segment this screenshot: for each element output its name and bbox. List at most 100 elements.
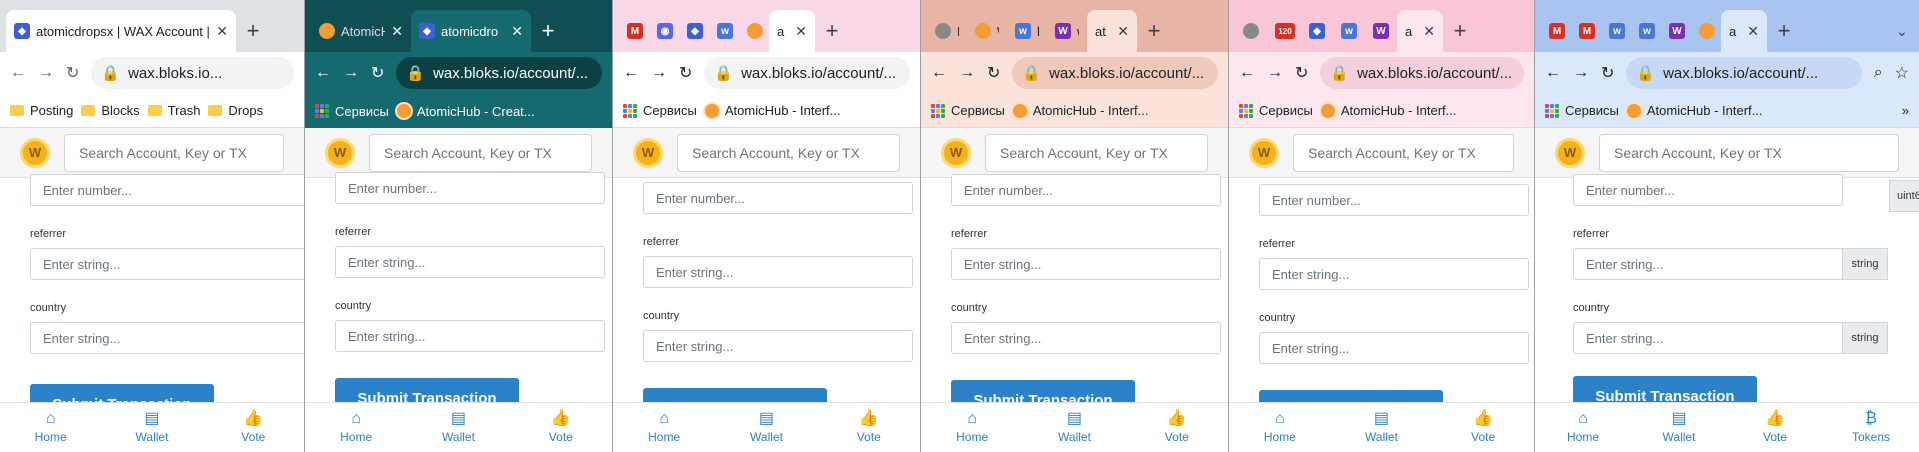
- back-icon[interactable]: ←: [1239, 64, 1255, 82]
- close-icon[interactable]: ✕: [391, 23, 403, 40]
- number-input[interactable]: Enter number...: [30, 174, 304, 206]
- search-input[interactable]: Search Account, Key or TX: [64, 133, 284, 172]
- number-input[interactable]: Enter number...: [1573, 174, 1843, 206]
- close-icon[interactable]: ✕: [1117, 23, 1129, 40]
- nav-home[interactable]: ⌂ Home: [1250, 411, 1310, 445]
- tab-gmail[interactable]: M: [1541, 10, 1571, 52]
- tab-gmail[interactable]: M: [619, 10, 649, 52]
- wax-logo[interactable]: W: [20, 137, 50, 168]
- bookmark-services[interactable]: Сервисы: [931, 103, 1005, 118]
- nav-home[interactable]: ⌂ Home: [1553, 411, 1613, 445]
- forward-icon[interactable]: →: [959, 64, 975, 82]
- search-input[interactable]: Search Account, Key or TX: [677, 133, 900, 172]
- bookmark-atomichub[interactable]: AtomicHub - Interf...: [1320, 103, 1456, 118]
- number-input[interactable]: Enter number...: [951, 174, 1221, 206]
- wax-logo[interactable]: W: [1249, 137, 1279, 168]
- tab-wax-2[interactable]: w: [1631, 10, 1661, 52]
- back-icon[interactable]: ←: [1545, 64, 1561, 82]
- zoom-icon[interactable]: ⌕: [1874, 64, 1883, 82]
- country-input[interactable]: Enter string...: [30, 322, 304, 354]
- back-icon[interactable]: ←: [315, 64, 331, 82]
- close-icon[interactable]: ✕: [1423, 23, 1435, 40]
- tab-atomicdrops[interactable]: ◆ atomicdro ✕: [411, 10, 531, 52]
- close-icon[interactable]: ✕: [511, 23, 523, 40]
- referrer-input[interactable]: Enter string... string: [1573, 248, 1888, 280]
- reload-icon[interactable]: ↻: [1295, 63, 1308, 83]
- tab-atomichub[interactable]: [739, 10, 769, 52]
- bookmark-services[interactable]: Сервисы: [1545, 103, 1619, 118]
- back-icon[interactable]: ←: [10, 64, 26, 82]
- number-input[interactable]: Enter number...: [335, 172, 605, 204]
- wax-logo[interactable]: W: [325, 137, 355, 168]
- referrer-input[interactable]: Enter string...: [335, 246, 605, 278]
- tab-active[interactable]: at ✕: [1087, 10, 1137, 52]
- country-input[interactable]: Enter string...: [951, 322, 1221, 354]
- nav-home[interactable]: ⌂ Home: [21, 411, 81, 445]
- back-icon[interactable]: ←: [931, 64, 947, 82]
- number-input[interactable]: Enter number...: [1259, 184, 1529, 216]
- reload-icon[interactable]: ↻: [679, 63, 692, 83]
- nav-tokens[interactable]: ₿ Tokens: [1841, 411, 1901, 445]
- bookmark-posting[interactable]: Posting: [10, 103, 73, 118]
- address-bar[interactable]: 🔒 wax.bloks.io/account/...: [704, 57, 910, 89]
- country-input[interactable]: Enter string...: [335, 320, 605, 352]
- more-bookmarks-icon[interactable]: »: [1902, 103, 1909, 118]
- reload-icon[interactable]: ↻: [1601, 63, 1614, 83]
- tab-active[interactable]: a ✕: [1721, 10, 1767, 52]
- close-icon[interactable]: ✕: [216, 23, 228, 40]
- nav-vote[interactable]: 👍 Vote: [531, 411, 591, 445]
- tab-atomicdropsx[interactable]: ◆ atomicdropsx | WAX Account | W ✕: [6, 10, 236, 52]
- forward-icon[interactable]: →: [343, 64, 359, 82]
- wax-logo[interactable]: W: [941, 137, 971, 168]
- reload-icon[interactable]: ↻: [66, 63, 79, 83]
- tab-active[interactable]: a ✕: [1397, 10, 1443, 52]
- tab-chrome[interactable]: [1235, 10, 1267, 52]
- bookmark-drops[interactable]: Drops: [208, 103, 263, 118]
- new-tab-button[interactable]: +: [1767, 10, 1801, 52]
- close-icon[interactable]: ✕: [1747, 23, 1759, 40]
- bookmark-services[interactable]: Сервисы: [1239, 103, 1313, 118]
- tab-wax[interactable]: w: [709, 10, 739, 52]
- tab-w[interactable]: W: [967, 10, 1007, 52]
- nav-vote[interactable]: 👍 Vote: [1147, 411, 1207, 445]
- new-tab-button[interactable]: +: [1443, 10, 1477, 52]
- search-input[interactable]: Search Account, Key or TX: [985, 133, 1208, 172]
- nav-home[interactable]: ⌂ Home: [326, 411, 386, 445]
- forward-icon[interactable]: →: [38, 64, 54, 82]
- new-tab-button[interactable]: +: [531, 10, 565, 52]
- bookmark-trash[interactable]: Trash: [147, 103, 200, 118]
- search-input[interactable]: Search Account, Key or TX: [1293, 133, 1514, 172]
- tab-w[interactable]: W: [1661, 10, 1691, 52]
- nav-home[interactable]: ⌂ Home: [634, 411, 694, 445]
- nav-wallet[interactable]: ▤ Wallet: [1649, 411, 1709, 445]
- new-tab-button[interactable]: +: [1137, 10, 1171, 52]
- bookmark-atomichub[interactable]: AtomicHub - Creat...: [396, 104, 535, 119]
- tab-search-icon[interactable]: ⌄: [1885, 10, 1919, 52]
- nav-home[interactable]: ⌂ Home: [942, 411, 1002, 445]
- nav-wallet[interactable]: ▤ Wallet: [1351, 411, 1411, 445]
- bookmark-atomichub[interactable]: AtomicHub - Interf...: [1626, 103, 1762, 118]
- nav-vote[interactable]: 👍 Vote: [1745, 411, 1805, 445]
- bookmark-atomichub[interactable]: AtomicHub - Interf...: [1012, 103, 1148, 118]
- bookmark-atomichub[interactable]: AtomicHub - Interf...: [704, 103, 840, 118]
- nav-wallet[interactable]: ▤ Wallet: [1044, 411, 1104, 445]
- address-bar[interactable]: 🔒 wax.bloks.io/account/...: [1012, 57, 1218, 89]
- referrer-input[interactable]: Enter string...: [30, 248, 304, 280]
- referrer-input[interactable]: Enter string...: [643, 256, 913, 288]
- tab-atomichub[interactable]: AtomicHu ✕: [311, 10, 411, 52]
- wax-logo[interactable]: W: [1555, 137, 1585, 168]
- search-input[interactable]: Search Account, Key or TX: [369, 133, 592, 172]
- country-input[interactable]: Enter string... string: [1573, 322, 1888, 354]
- tab-discord[interactable]: ◉: [649, 10, 679, 52]
- bookmark-blocks[interactable]: Blocks: [81, 103, 140, 118]
- back-icon[interactable]: ←: [623, 64, 639, 82]
- tab-atomichub[interactable]: [1691, 10, 1721, 52]
- wax-logo[interactable]: W: [633, 137, 663, 168]
- nav-wallet[interactable]: ▤ Wallet: [736, 411, 796, 445]
- referrer-input[interactable]: Enter string...: [951, 248, 1221, 280]
- forward-icon[interactable]: →: [1267, 64, 1283, 82]
- forward-icon[interactable]: →: [651, 64, 667, 82]
- star-icon[interactable]: ☆: [1895, 63, 1909, 83]
- new-tab-button[interactable]: +: [236, 10, 270, 52]
- tab-wax[interactable]: w: [1333, 10, 1365, 52]
